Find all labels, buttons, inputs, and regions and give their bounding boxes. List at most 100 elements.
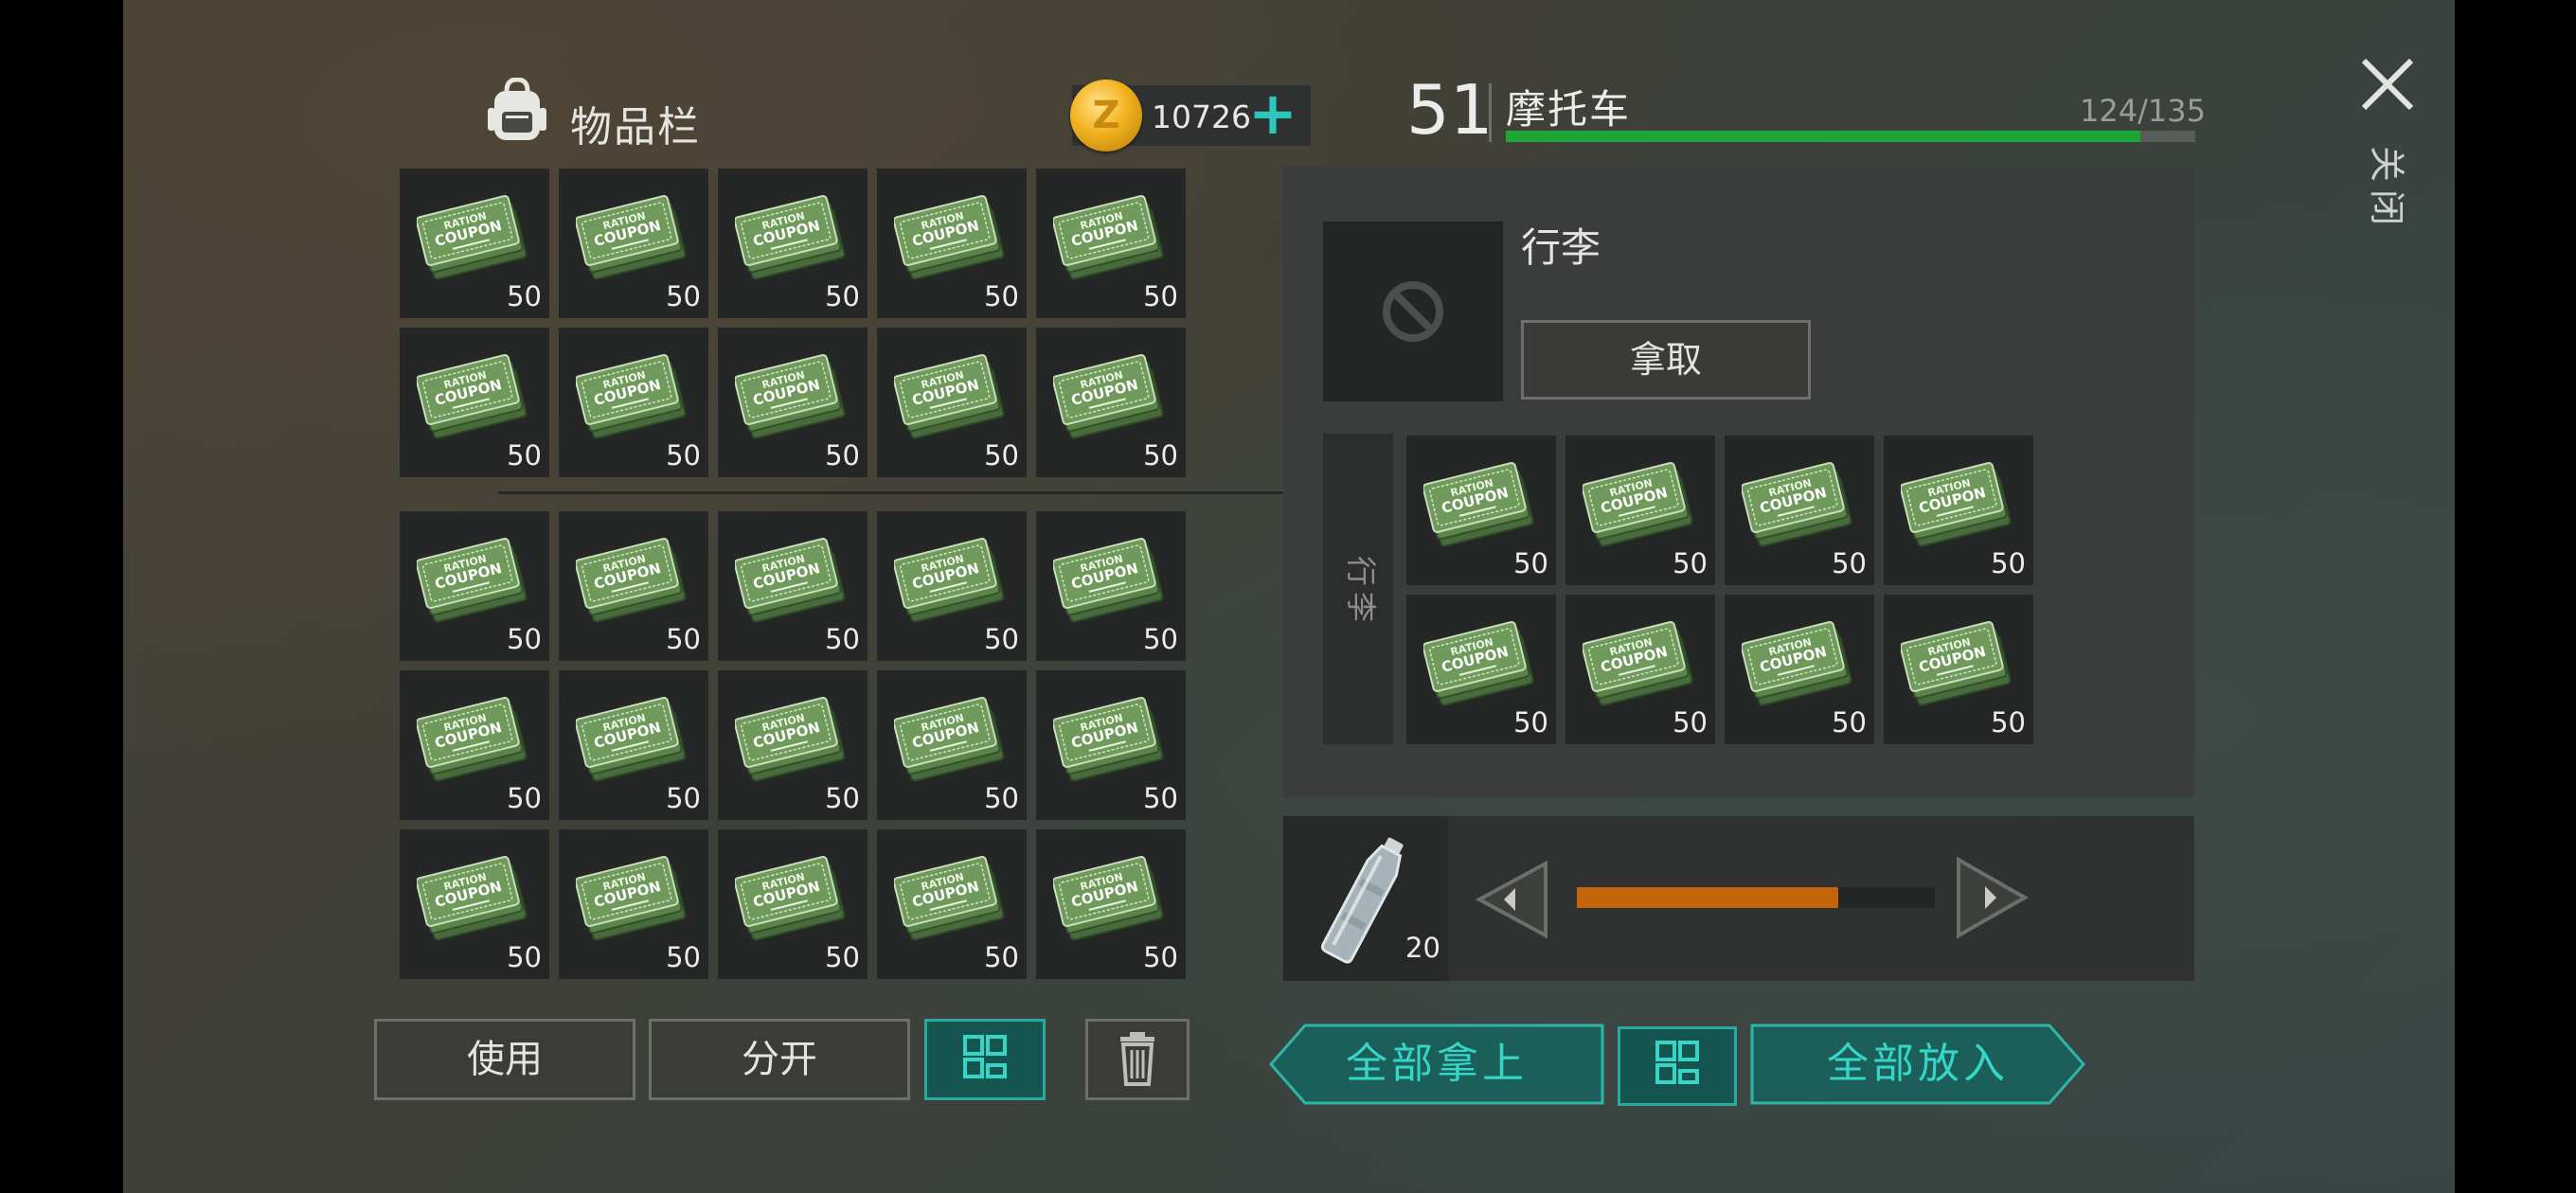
- backpack-item-slot[interactable]: RATION COUPON 50: [400, 829, 549, 979]
- ration-coupon-icon: RATIONCOUPON: [735, 697, 846, 782]
- backpack-item-slot[interactable]: RATION COUPON 50: [877, 670, 1027, 820]
- luggage-item-slot[interactable]: RATION COUPON 50: [1884, 436, 2033, 585]
- item-quantity: 50: [984, 623, 1019, 655]
- close-label[interactable]: 关闭: [2363, 142, 2410, 229]
- item-quantity: 50: [507, 623, 542, 655]
- backpack-item-slot[interactable]: RATION COUPON 50: [559, 670, 708, 820]
- take-all-label: 全部拿上: [1346, 1040, 1528, 1088]
- put-all-label: 全部放入: [1827, 1040, 2009, 1088]
- ration-coupon-icon: RATIONCOUPON: [417, 354, 528, 439]
- luggage-item-slot[interactable]: RATION COUPON 50: [1725, 436, 1874, 585]
- pocket-item-slot[interactable]: RATION COUPON 50: [1036, 328, 1186, 477]
- luggage-title: 行李: [1521, 224, 1601, 271]
- backpack-item-slot[interactable]: RATION COUPON 50: [1036, 670, 1186, 820]
- backpack-item-slot[interactable]: RATION COUPON 50: [559, 829, 708, 979]
- coin-icon: Z: [1070, 80, 1142, 151]
- decrease-button[interactable]: [1475, 860, 1551, 939]
- backpack-item-slot[interactable]: RATION COUPON 50: [718, 829, 868, 979]
- split-button[interactable]: 分开: [649, 1019, 910, 1100]
- use-button[interactable]: 使用: [374, 1019, 635, 1100]
- section-divider: [498, 491, 1311, 494]
- prohibited-icon: [1383, 281, 1443, 342]
- ration-coupon-icon: RATIONCOUPON: [417, 538, 528, 623]
- item-quantity: 50: [507, 439, 542, 472]
- increase-button[interactable]: [1953, 856, 2030, 939]
- vehicle-capacity: 124/135: [2080, 93, 2206, 129]
- pocket-item-slot[interactable]: RATION COUPON 50: [718, 169, 868, 318]
- pocket-item-slot[interactable]: RATION COUPON 50: [400, 328, 549, 477]
- backpack-item-slot[interactable]: RATION COUPON 50: [1036, 829, 1186, 979]
- game-screen: 物品栏 Z 10726 + 口袋 背包 RATIONCOUPON50RATION…: [123, 0, 2455, 1193]
- item-quantity: 50: [666, 280, 701, 312]
- luggage-item-slot[interactable]: RATION COUPON 50: [1406, 595, 1556, 744]
- backpack-item-slot[interactable]: RATION COUPON 50: [877, 829, 1027, 979]
- luggage-item-slot[interactable]: RATION COUPON 50: [1725, 595, 1874, 744]
- ration-coupon-icon: RATIONCOUPON: [894, 697, 1005, 782]
- item-quantity: 50: [825, 280, 860, 312]
- item-quantity: 50: [984, 280, 1019, 312]
- arrow-right-icon: [1957, 856, 2030, 939]
- item-quantity: 50: [1673, 547, 1708, 579]
- close-icon: [2361, 58, 2414, 111]
- item-quantity: 50: [825, 782, 860, 814]
- item-quantity: 50: [1143, 782, 1178, 814]
- pocket-item-slot[interactable]: RATION COUPON 50: [877, 328, 1027, 477]
- amount-slider[interactable]: [1577, 887, 1935, 908]
- pocket-item-slot[interactable]: RATION COUPON 50: [1036, 169, 1186, 318]
- item-quantity: 50: [1513, 706, 1548, 739]
- luggage-item-slot[interactable]: RATION COUPON 50: [1565, 436, 1715, 585]
- item-quantity: 50: [1513, 547, 1548, 579]
- luggage-item-slot[interactable]: RATION COUPON 50: [1406, 436, 1556, 585]
- inventory-title: 物品栏: [570, 103, 701, 151]
- vehicle-condition-fill: [1506, 131, 2140, 142]
- add-coins-button[interactable]: +: [1246, 83, 1299, 144]
- coin-amount: 10726: [1152, 98, 1251, 135]
- backpack-item-slot[interactable]: RATION COUPON 50: [1036, 511, 1186, 661]
- sort-inventory-button[interactable]: [924, 1019, 1046, 1100]
- luggage-slot[interactable]: [1323, 222, 1503, 401]
- ration-coupon-icon: RATIONCOUPON: [1053, 538, 1164, 623]
- luggage-item-slot[interactable]: RATION COUPON 50: [1565, 595, 1715, 744]
- take-button[interactable]: 拿取: [1521, 320, 1811, 400]
- pocket-item-slot[interactable]: RATION COUPON 50: [400, 169, 549, 318]
- level-separator: [1489, 83, 1492, 142]
- pocket-item-slot[interactable]: RATION COUPON 50: [718, 328, 868, 477]
- ration-coupon-icon: RATIONCOUPON: [735, 354, 846, 439]
- discard-button[interactable]: [1085, 1019, 1190, 1100]
- pocket-item-slot[interactable]: RATION COUPON 50: [559, 328, 708, 477]
- item-quantity: 50: [1143, 439, 1178, 472]
- item-quantity: 50: [507, 280, 542, 312]
- trash-icon: [1120, 1032, 1154, 1086]
- backpack-item-slot[interactable]: RATION COUPON 50: [877, 511, 1027, 661]
- ration-coupon-icon: RATIONCOUPON: [735, 856, 846, 941]
- backpack-item-slot[interactable]: RATION COUPON 50: [718, 670, 868, 820]
- pocket-item-slot[interactable]: RATION COUPON 50: [559, 169, 708, 318]
- item-quantity: 50: [1143, 280, 1178, 312]
- vehicle-condition-bar: [1506, 131, 2195, 142]
- grid-sort-icon: [963, 1035, 1007, 1078]
- ration-coupon-icon: RATIONCOUPON: [576, 354, 687, 439]
- item-quantity: 50: [1832, 547, 1867, 579]
- item-quantity: 50: [1143, 623, 1178, 655]
- ration-coupon-icon: RATIONCOUPON: [576, 195, 687, 280]
- ration-coupon-icon: RATIONCOUPON: [1053, 856, 1164, 941]
- put-all-button[interactable]: 全部放入: [1750, 1023, 2085, 1106]
- backpack-item-slot[interactable]: RATION COUPON 50: [559, 511, 708, 661]
- close-button[interactable]: [2354, 51, 2421, 117]
- item-quantity: 50: [984, 439, 1019, 472]
- ration-coupon-icon: RATIONCOUPON: [1742, 621, 1852, 706]
- ration-coupon-icon: RATIONCOUPON: [1742, 462, 1852, 547]
- item-quantity: 50: [1832, 706, 1867, 739]
- backpack-item-slot[interactable]: RATION COUPON 50: [718, 511, 868, 661]
- pocket-item-slot[interactable]: RATION COUPON 50: [877, 169, 1027, 318]
- item-quantity: 50: [666, 782, 701, 814]
- backpack-item-slot[interactable]: RATION COUPON 50: [400, 670, 549, 820]
- ration-coupon-icon: RATIONCOUPON: [1423, 462, 1534, 547]
- ration-coupon-icon: RATIONCOUPON: [894, 354, 1005, 439]
- sort-vehicle-button[interactable]: [1618, 1026, 1737, 1106]
- luggage-item-slot[interactable]: RATION COUPON 50: [1884, 595, 2033, 744]
- take-all-button[interactable]: 全部拿上: [1269, 1023, 1604, 1106]
- backpack-item-slot[interactable]: RATION COUPON 50: [400, 511, 549, 661]
- item-quantity: 50: [825, 439, 860, 472]
- ration-coupon-icon: RATIONCOUPON: [1901, 621, 2012, 706]
